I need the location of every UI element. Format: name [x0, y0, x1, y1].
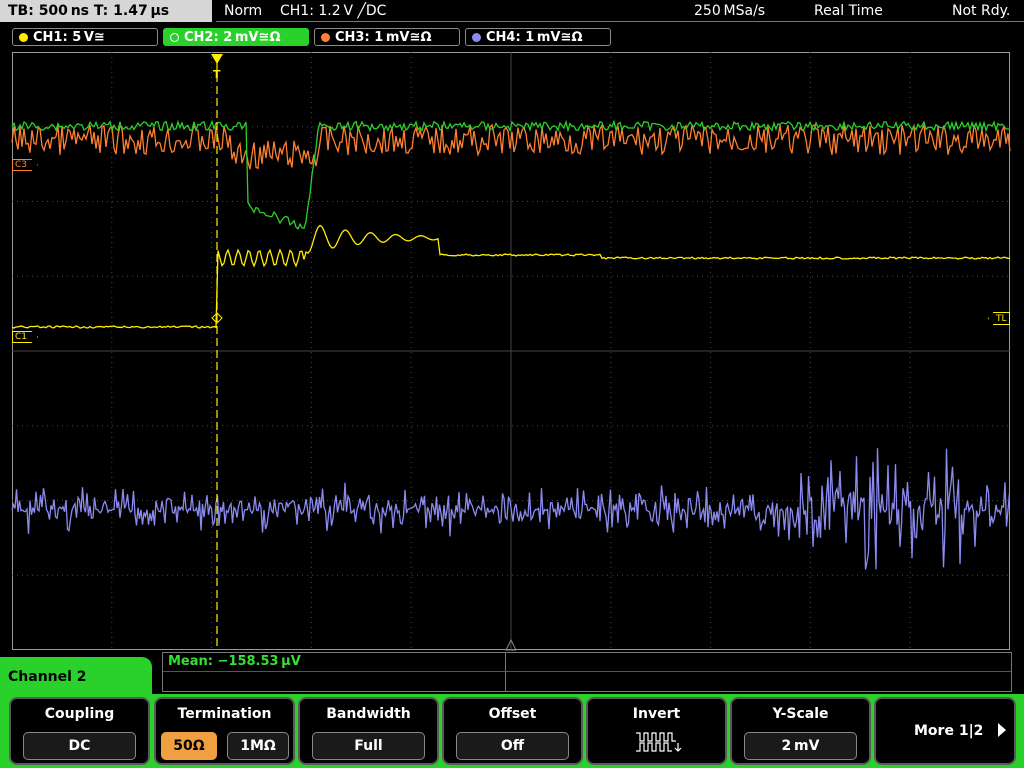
trigger-t-icon: T — [213, 68, 221, 81]
coupling-button[interactable]: Coupling DC — [9, 697, 150, 765]
mean-measurement: Mean: −158.53 µV — [168, 654, 301, 669]
termination-title: Termination — [177, 706, 272, 722]
invert-title: Invert — [632, 706, 681, 722]
more-label: More 1|2 — [914, 723, 984, 739]
more-arrow-icon — [998, 723, 1006, 737]
trigger-position-marker-icon — [211, 54, 223, 64]
more-button[interactable]: More 1|2 — [874, 697, 1016, 765]
termination-1mohm-option[interactable]: 1MΩ — [227, 732, 289, 760]
ch1-marker-label: C1 — [15, 332, 28, 342]
termination-50ohm-option[interactable]: 50Ω — [161, 732, 217, 760]
offset-title: Offset — [488, 706, 537, 722]
yscale-button[interactable]: Y-Scale 2 mV — [730, 697, 871, 765]
invert-button[interactable]: Invert — [586, 697, 727, 765]
ch3-marker-label: C3 — [15, 160, 28, 170]
coupling-title: Coupling — [44, 706, 115, 722]
bandwidth-button[interactable]: Bandwidth Full — [298, 697, 439, 765]
offset-button[interactable]: Offset Off — [442, 697, 583, 765]
channel-menu-title: Channel 2 — [0, 657, 152, 697]
bandwidth-title: Bandwidth — [326, 706, 411, 722]
yscale-title: Y-Scale — [772, 706, 829, 722]
yscale-value[interactable]: 2 mV — [744, 732, 857, 760]
offset-value[interactable]: Off — [456, 732, 569, 760]
termination-button[interactable]: Termination 50Ω 1MΩ — [154, 697, 295, 765]
invert-waveform-icon — [636, 732, 682, 752]
bandwidth-value[interactable]: Full — [312, 732, 425, 760]
channel-menu-title-text: Channel 2 — [8, 669, 87, 685]
trigger-level-label: TL — [996, 314, 1007, 324]
coupling-value[interactable]: DC — [23, 732, 136, 760]
